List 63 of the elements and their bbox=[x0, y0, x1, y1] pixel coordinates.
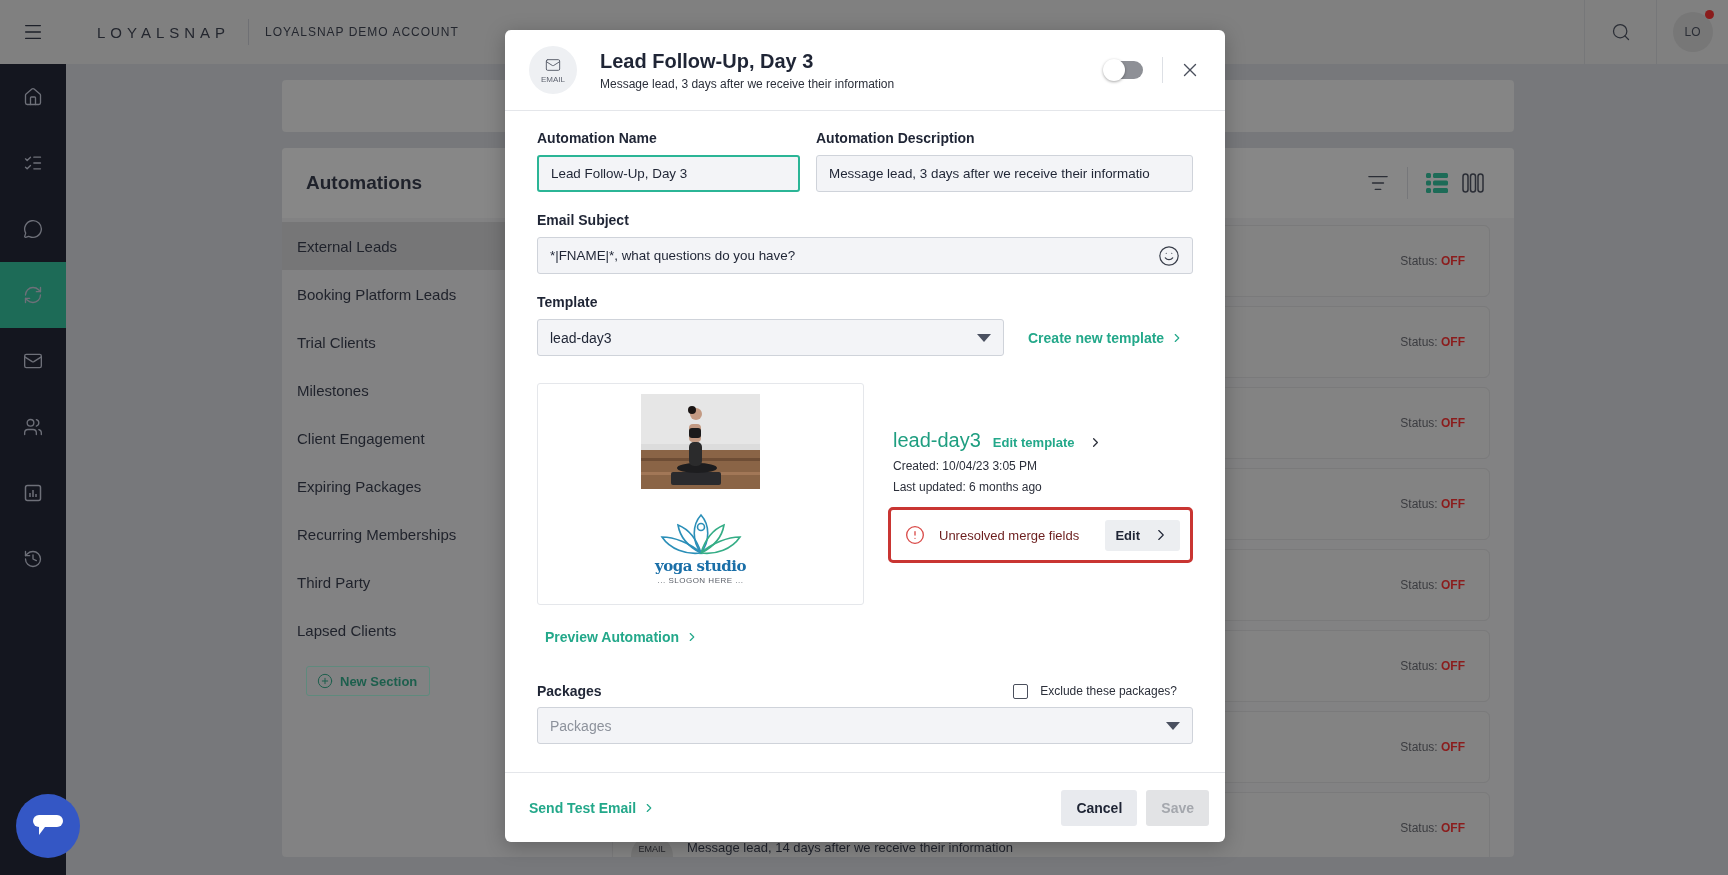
chat-icon bbox=[23, 219, 43, 239]
chart-icon bbox=[23, 483, 43, 503]
field-label: Template bbox=[537, 294, 599, 310]
home-icon bbox=[23, 87, 43, 107]
emoji-icon[interactable] bbox=[1158, 244, 1180, 267]
status-label: Status: OFF bbox=[1400, 659, 1465, 673]
history-icon bbox=[23, 549, 43, 569]
dialog-subtitle: Message lead, 3 days after we receive their information bbox=[600, 76, 895, 91]
text-field[interactable]: Message lead, 3 days after we receive their informatio bbox=[816, 155, 1193, 192]
user-avatar[interactable]: LO bbox=[1672, 12, 1713, 52]
create-template-link[interactable]: Create new template bbox=[1028, 329, 1193, 346]
template-select[interactable]: lead-day3 bbox=[537, 319, 1004, 356]
account-name: LOYALSNAP DEMO ACCOUNT bbox=[265, 25, 459, 39]
updated-date: Last updated: 6 months ago bbox=[892, 480, 1043, 494]
view-toggle[interactable] bbox=[1426, 173, 1448, 193]
slogan-text: ... SLOGON HERE ... bbox=[657, 576, 744, 585]
view-toggle[interactable] bbox=[1462, 173, 1484, 193]
section-item[interactable]: Expiring Packages bbox=[282, 462, 612, 510]
status-label: Status: OFF bbox=[1400, 335, 1465, 349]
list-view-icon bbox=[1426, 173, 1448, 193]
status-label: Status: OFF bbox=[1400, 416, 1465, 430]
status-label: Status: OFF bbox=[1400, 821, 1465, 835]
field-label: Automation Description bbox=[816, 130, 976, 146]
mail-icon bbox=[545, 56, 561, 73]
section-item[interactable]: Third Party bbox=[282, 558, 612, 606]
created-date: Created: 10/04/23 3:05 PM bbox=[892, 459, 1039, 473]
mail-icon bbox=[23, 351, 43, 371]
columns-view-icon bbox=[1462, 173, 1484, 193]
checklist-icon bbox=[23, 153, 43, 173]
send-test-link[interactable]: Send Test Email bbox=[529, 799, 657, 816]
field-label: Automation Name bbox=[537, 130, 658, 146]
people-icon bbox=[23, 417, 43, 437]
badge-label: EMAIL bbox=[541, 74, 565, 84]
search-button[interactable] bbox=[1610, 22, 1631, 42]
preview-link[interactable]: Preview Automation bbox=[545, 629, 700, 645]
enable-toggle[interactable] bbox=[1105, 61, 1143, 79]
template-name: lead-day3 bbox=[893, 429, 981, 452]
brand-logo: LOYALSNAP bbox=[97, 23, 231, 41]
plus-icon bbox=[317, 673, 333, 689]
status-label: Status: OFF bbox=[1400, 497, 1465, 511]
text-field[interactable]: Lead Follow-Up, Day 3 bbox=[537, 155, 800, 192]
edit-template-link[interactable]: Edit template bbox=[992, 435, 1104, 450]
subject-field[interactable]: *|FNAME|*, what questions do you have? bbox=[537, 237, 1193, 274]
automation-description: Message lead, 14 days after we receive their information bbox=[687, 839, 1013, 855]
logo-text: yoga studio bbox=[654, 557, 747, 575]
panel-title: Automations bbox=[306, 172, 423, 194]
edit-button[interactable]: Edit bbox=[1105, 519, 1180, 551]
packages-select[interactable]: Packages bbox=[537, 707, 1193, 744]
status-label: Status: OFF bbox=[1400, 740, 1465, 754]
sync-icon bbox=[23, 285, 43, 305]
field-label: Packages bbox=[537, 683, 602, 699]
checkbox-label: Exclude these packages? bbox=[1040, 684, 1177, 698]
status-label: Status: OFF bbox=[1400, 254, 1465, 268]
status-label: Status: OFF bbox=[1400, 578, 1465, 592]
section-item[interactable]: Milestones bbox=[282, 366, 612, 414]
section-item[interactable]: Recurring Memberships bbox=[282, 510, 612, 558]
section-item[interactable]: Client Engagement bbox=[282, 414, 612, 462]
search-icon bbox=[1610, 22, 1631, 42]
dialog-title: Lead Follow-Up, Day 3 bbox=[600, 49, 815, 73]
alert-icon bbox=[905, 525, 925, 545]
exclude-checkbox[interactable] bbox=[1013, 683, 1029, 699]
warning-text: Unresolved merge fields bbox=[939, 527, 1080, 543]
cancel-button[interactable]: Cancel bbox=[1061, 789, 1138, 826]
